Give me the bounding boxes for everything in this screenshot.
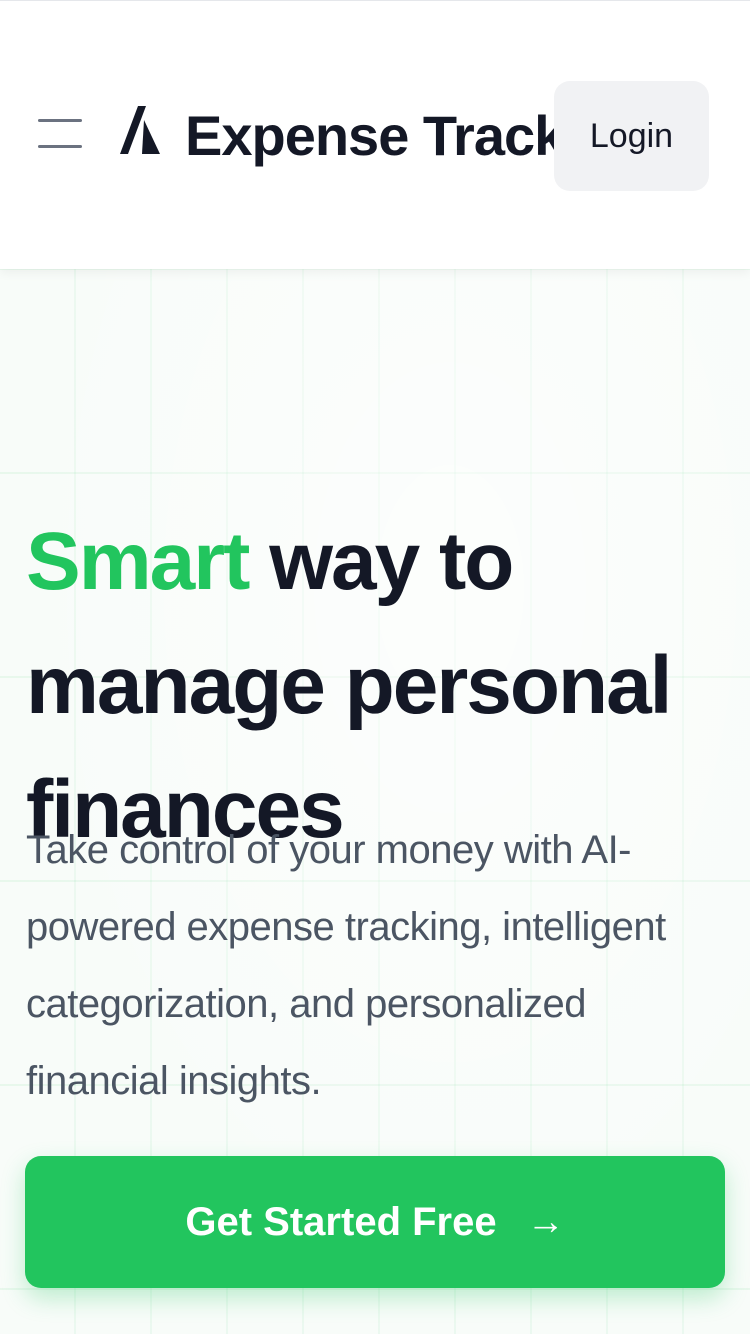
landing-page: Expense Tracker Login Smart way to manag… bbox=[0, 0, 750, 1334]
headline-accent: Smart bbox=[26, 516, 250, 607]
logo-icon bbox=[120, 106, 160, 154]
arrow-right-icon: → bbox=[526, 1200, 565, 1243]
cta-label: Get Started Free bbox=[185, 1199, 497, 1244]
top-navbar: Expense Tracker Login bbox=[0, 0, 750, 269]
menu-line bbox=[38, 145, 82, 148]
hamburger-menu-icon[interactable] bbox=[38, 117, 82, 151]
hero-subtitle: Take control of your money with AI-power… bbox=[26, 828, 666, 1103]
brand-name[interactable]: Expense Tracker bbox=[185, 103, 616, 169]
get-started-button[interactable]: Get Started Free → bbox=[25, 1156, 725, 1288]
login-button[interactable]: Login bbox=[554, 81, 709, 191]
menu-line bbox=[38, 119, 82, 122]
